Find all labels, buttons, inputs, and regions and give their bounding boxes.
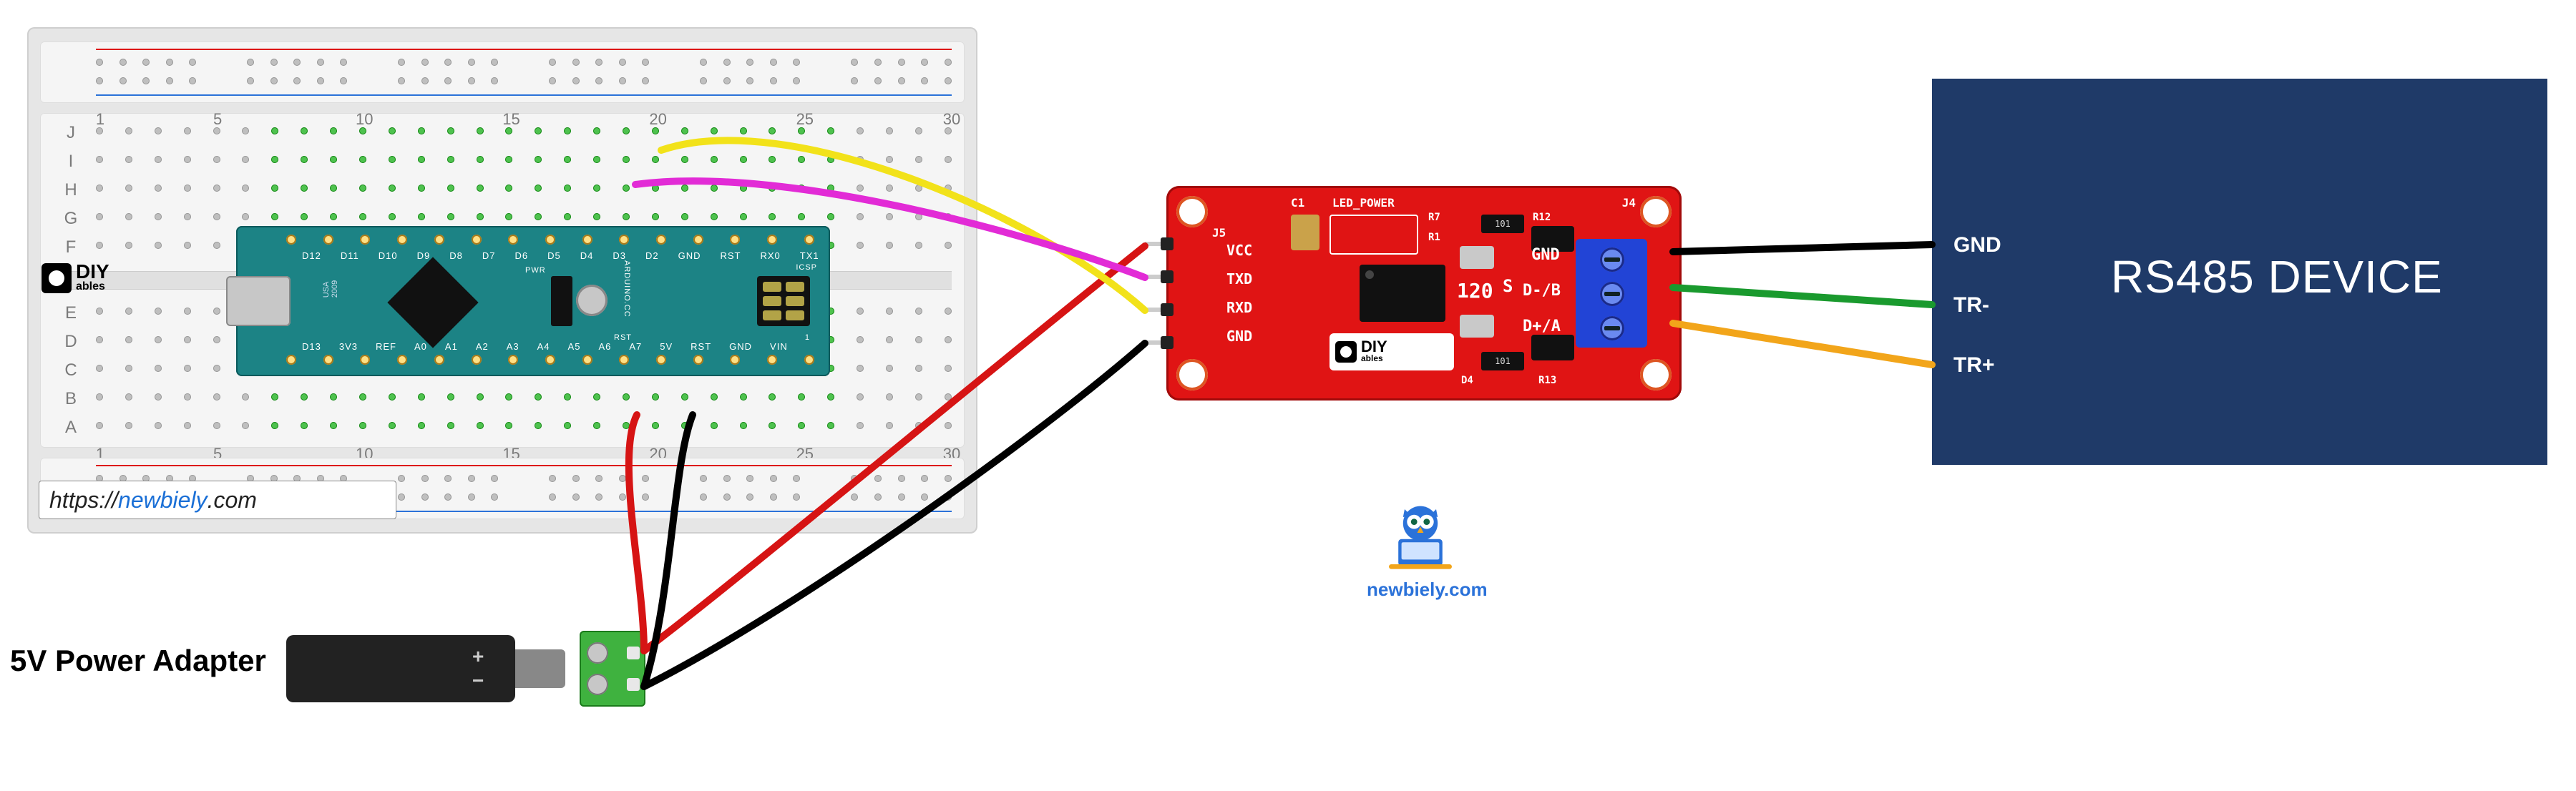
rs485-j4-label: J4 [1622,196,1636,210]
owl-icon [1381,493,1460,572]
rs485-pin-gnd [1145,340,1166,345]
diyables-logo-text1: DIY [76,263,109,280]
rs485-label-gnd-left: GND [1226,328,1252,345]
nano-bottom-pin-labels: D133V3REFA0A1A2A3A4A5A6A75VRSTGNDVIN [302,341,788,352]
wiring-diagram: JIHGFEDCBA115510101515202025253030 DIY a… [0,0,2576,791]
rs485-r7-label: R7 [1428,212,1440,223]
wire-orange-rs485-a-to-trplus [1673,323,1932,365]
newbiely-logo: newbiely.com [1367,493,1474,601]
wire-green-rs485-b-to-trminus [1673,288,1932,305]
rs485-terminal-b [1600,282,1624,306]
diyables-logo-text2: ables [76,280,109,293]
rs485-device-title: RS485 DEVICE [2111,250,2443,303]
rs485-capacitor-c1 [1291,215,1319,250]
rs485-resistor-r10: 101 [1481,352,1524,370]
rs485-terminal-a [1600,316,1624,340]
diyables-logo: DIY ables [42,256,135,300]
rs485-terminal-gnd [1600,247,1624,272]
terminal-screw-neg [587,674,608,695]
rs485-label-rxd: RXD [1226,299,1252,316]
rs485-label-dminus: D-/B [1523,282,1561,300]
power-adapter-label: 5V Power Adapter [10,644,266,678]
nano-pins-bottom [286,355,814,368]
nano-icsp-label: ICSP [796,263,817,272]
breadboard-top-rails [40,41,965,103]
rs485-device: RS485 DEVICE GND TR- TR+ [1932,79,2547,465]
rs485-ttl-module: VCC TXD RXD GND J5 J4 C1 LED_POWER 120 S… [1166,186,1682,401]
device-label-gnd: GND [1953,233,2001,257]
nano-mcu-chip [387,257,478,348]
rs485-label-vcc: VCC [1226,242,1252,259]
url-prefix: https:// [49,487,118,514]
rs485-screw-terminal [1576,239,1647,348]
nano-top-pin-labels: D12D11D10D9D8D7D6D5D4D3D2GNDRSTRX0TX1 [302,250,819,261]
rs485-label-gnd-right: GND [1531,246,1560,264]
rs485-j5-label: J5 [1212,226,1226,240]
url-suffix: .com [208,487,257,514]
rs485-label-dplus: D+/A [1523,318,1561,335]
rs485-transceiver-ic [1360,265,1445,322]
rs485-resistor-r7: 101 [1481,215,1524,233]
device-label-trplus: TR+ [1953,353,1995,378]
screw-terminal-adapter [580,631,645,707]
nano-usa-label: USA2009 [322,280,339,298]
url-domain: newbiely [118,487,208,514]
rs485-label-txd: TXD [1226,270,1252,288]
nano-icsp-header [757,276,810,326]
rs485-diyables-logo: DIY ables [1330,333,1454,370]
wire-black-rs485-to-device-gnd [1673,245,1932,252]
rs485-pin-rxd [1145,308,1166,312]
nano-rst-label: RST [614,333,632,342]
device-label-trminus: TR- [1953,293,1989,318]
rs485-led-silkbox [1330,215,1418,255]
rs485-pin-txd [1145,275,1166,279]
rs485-120-label: 120 [1457,279,1493,303]
rs485-r12-label: R12 [1533,212,1551,223]
rs485-ttl-header [1145,242,1166,345]
nano-usb-port [226,276,291,326]
rs485-s-label: S [1503,276,1513,296]
diyables-logo-icon [42,263,72,293]
source-url: https://newbiely.com [39,481,396,519]
arduino-nano: D12D11D10D9D8D7D6D5D4D3D2GNDRSTRX0TX1 D1… [236,226,830,376]
nano-arduino-cc-label: ARDUINO.CC [623,260,631,318]
terminal-screw-pos [587,642,608,664]
newbiely-text: newbiely.com [1367,579,1474,601]
nano-pwr-label: PWR [525,266,546,275]
rs485-c1-label: C1 [1291,196,1304,210]
rs485-r13-label: R13 [1538,375,1556,386]
nano-pins-top [286,235,814,247]
rs485-pin-vcc [1145,242,1166,246]
nano-secondary-chip [551,276,572,326]
rs485-d4-label: D4 [1461,375,1473,386]
rs485-led-power-label: LED_POWER [1332,196,1395,210]
barrel-jack: + − [286,622,587,715]
rs485-r1-label: R1 [1428,232,1440,243]
nano-reset-button [576,285,608,316]
nano-one-label: 1 [805,333,810,342]
